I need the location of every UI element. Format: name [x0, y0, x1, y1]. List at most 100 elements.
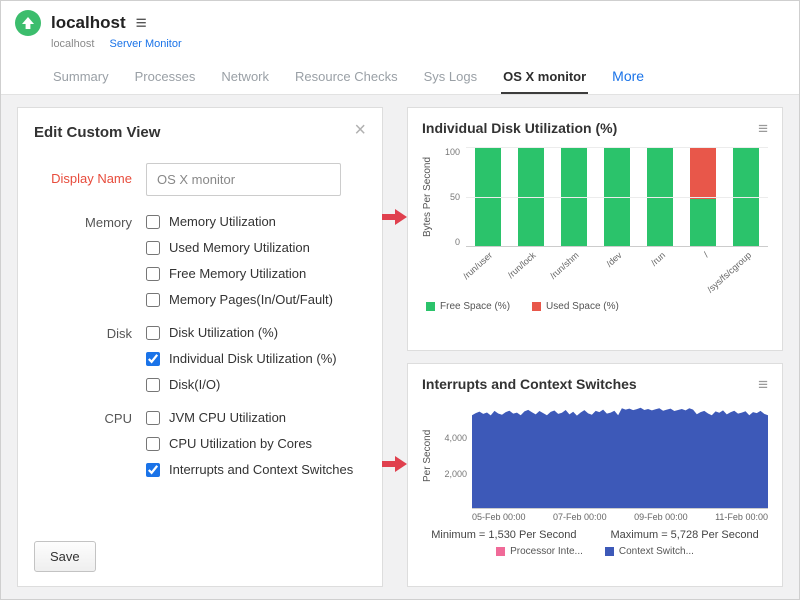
- option-interrupts-context-switches[interactable]: Interrupts and Context Switches: [146, 462, 353, 477]
- checkbox[interactable]: [146, 352, 160, 366]
- y-tick: 100: [445, 147, 460, 157]
- checkbox[interactable]: [146, 241, 160, 255]
- legend-swatch: [426, 302, 435, 311]
- display-name-label: Display Name: [34, 163, 146, 196]
- breadcrumb-host: localhost: [51, 38, 94, 50]
- red-arrow-icon: [382, 208, 407, 225]
- legend-swatch: [605, 547, 614, 556]
- x-axis-label: 11-Feb 00:00: [715, 512, 768, 522]
- option-label: CPU Utilization by Cores: [169, 436, 312, 451]
- option-jvm-cpu-utilization[interactable]: JVM CPU Utilization: [146, 410, 353, 425]
- chart-menu-icon[interactable]: ≡: [758, 376, 768, 393]
- option-label: Individual Disk Utilization (%): [169, 351, 337, 366]
- breadcrumb-server-monitor-link[interactable]: Server Monitor: [109, 38, 181, 50]
- option-label: Memory Pages(In/Out/Fault): [169, 292, 333, 307]
- disk-options: Disk Utilization (%) Individual Disk Uti…: [146, 325, 337, 392]
- y-tick: 50: [450, 192, 460, 202]
- option-free-memory-utilization[interactable]: Free Memory Utilization: [146, 266, 333, 281]
- monitor-status-icon: [15, 10, 41, 36]
- y-axis-title: Bytes Per Second: [422, 147, 436, 247]
- bar-column: [725, 147, 768, 246]
- chart-title: Individual Disk Utilization (%): [422, 120, 617, 136]
- checkbox[interactable]: [146, 463, 160, 477]
- option-label: Interrupts and Context Switches: [169, 462, 353, 477]
- legend-item-processor-interrupts[interactable]: Processor Inte...: [496, 546, 583, 557]
- tab-network[interactable]: Network: [219, 58, 271, 94]
- tab-summary[interactable]: Summary: [51, 58, 111, 94]
- checkbox[interactable]: [146, 267, 160, 281]
- tab-resource-checks[interactable]: Resource Checks: [293, 58, 400, 94]
- y-axis-ticks: 100 50 0: [436, 147, 466, 247]
- y-tick: 2,000: [444, 469, 467, 479]
- legend-item-context-switches[interactable]: Context Switch...: [605, 546, 694, 557]
- option-used-memory-utilization[interactable]: Used Memory Utilization: [146, 240, 333, 255]
- option-label: Used Memory Utilization: [169, 240, 310, 255]
- option-individual-disk-utilization[interactable]: Individual Disk Utilization (%): [146, 351, 337, 366]
- cpu-options: JVM CPU Utilization CPU Utilization by C…: [146, 410, 353, 477]
- chart-menu-icon[interactable]: ≡: [758, 120, 768, 137]
- checkbox[interactable]: [146, 378, 160, 392]
- legend-label: Used Space (%): [546, 301, 619, 312]
- checkbox[interactable]: [146, 411, 160, 425]
- app-header: localhost ≡ localhost Server Monitor: [1, 1, 799, 57]
- bar-column: [509, 147, 552, 246]
- option-cpu-utilization-by-cores[interactable]: CPU Utilization by Cores: [146, 436, 353, 451]
- bar-column: [466, 147, 509, 246]
- interrupts-card: Interrupts and Context Switches ≡ Per Se…: [407, 363, 783, 587]
- close-icon[interactable]: ×: [354, 120, 366, 140]
- tab-more[interactable]: More: [610, 57, 646, 94]
- cpu-group: CPU JVM CPU Utilization CPU Utilization …: [34, 410, 366, 477]
- bar-column: [595, 147, 638, 246]
- red-arrow-icon: [382, 455, 407, 472]
- x-axis-label: 09-Feb 00:00: [634, 512, 688, 522]
- option-label: Disk Utilization (%): [169, 325, 278, 340]
- area-chart-legend: Processor Inte... Context Switch...: [422, 546, 768, 557]
- hamburger-menu-icon[interactable]: ≡: [136, 14, 147, 33]
- checkbox[interactable]: [146, 215, 160, 229]
- option-disk-io[interactable]: Disk(I/O): [146, 377, 337, 392]
- x-axis-label: /run/lock: [505, 250, 537, 280]
- y-axis-title: Per Second: [422, 403, 436, 509]
- memory-options: Memory Utilization Used Memory Utilizati…: [146, 214, 333, 307]
- maximum-value: Maximum = 5,728 Per Second: [610, 529, 758, 541]
- header-top: localhost ≡: [1, 1, 799, 37]
- option-label: Free Memory Utilization: [169, 266, 306, 281]
- tab-osx-monitor[interactable]: OS X monitor: [501, 58, 588, 94]
- option-memory-utilization[interactable]: Memory Utilization: [146, 214, 333, 229]
- area-chart-xlabels: 05-Feb 00:00 07-Feb 00:00 09-Feb 00:00 1…: [472, 509, 768, 522]
- interrupts-chart-row: Interrupts and Context Switches ≡ Per Se…: [407, 363, 783, 587]
- legend-swatch: [496, 547, 505, 556]
- tab-sys-logs[interactable]: Sys Logs: [422, 58, 479, 94]
- area-chart: Per Second 4,000 2,000: [422, 403, 768, 509]
- up-arrow-icon: [21, 16, 35, 30]
- checkbox[interactable]: [146, 326, 160, 340]
- legend-item-used-space[interactable]: Used Space (%): [532, 301, 619, 312]
- tab-processes[interactable]: Processes: [133, 58, 198, 94]
- page-title: localhost: [51, 13, 126, 33]
- x-axis-label: 05-Feb 00:00: [472, 512, 526, 522]
- checkbox[interactable]: [146, 293, 160, 307]
- display-name-input[interactable]: [146, 163, 341, 196]
- legend-swatch: [532, 302, 541, 311]
- disk-utilization-card: Individual Disk Utilization (%) ≡ Bytes …: [407, 107, 783, 351]
- save-button[interactable]: Save: [34, 541, 96, 572]
- checkbox[interactable]: [146, 437, 160, 451]
- option-disk-utilization[interactable]: Disk Utilization (%): [146, 325, 337, 340]
- bar-column: [639, 147, 682, 246]
- card-header: Interrupts and Context Switches ≡: [422, 376, 768, 393]
- y-tick: 4,000: [444, 433, 467, 443]
- option-label: Disk(I/O): [169, 377, 220, 392]
- y-tick: 0: [455, 237, 460, 247]
- tab-bar: Summary Processes Network Resource Check…: [1, 57, 799, 95]
- option-memory-pages[interactable]: Memory Pages(In/Out/Fault): [146, 292, 333, 307]
- x-axis-label: /: [701, 250, 710, 259]
- breadcrumb: localhost Server Monitor: [1, 37, 799, 57]
- legend-label: Free Space (%): [440, 301, 510, 312]
- area-chart-svg: [472, 403, 768, 508]
- legend-item-free-space[interactable]: Free Space (%): [426, 301, 510, 312]
- card-header: Individual Disk Utilization (%) ≡: [422, 120, 768, 137]
- app-window: localhost ≡ localhost Server Monitor Sum…: [0, 0, 800, 600]
- panel-title: Edit Custom View: [34, 124, 366, 141]
- chart-title: Interrupts and Context Switches: [422, 376, 637, 392]
- x-axis-label: /run/user: [461, 250, 494, 281]
